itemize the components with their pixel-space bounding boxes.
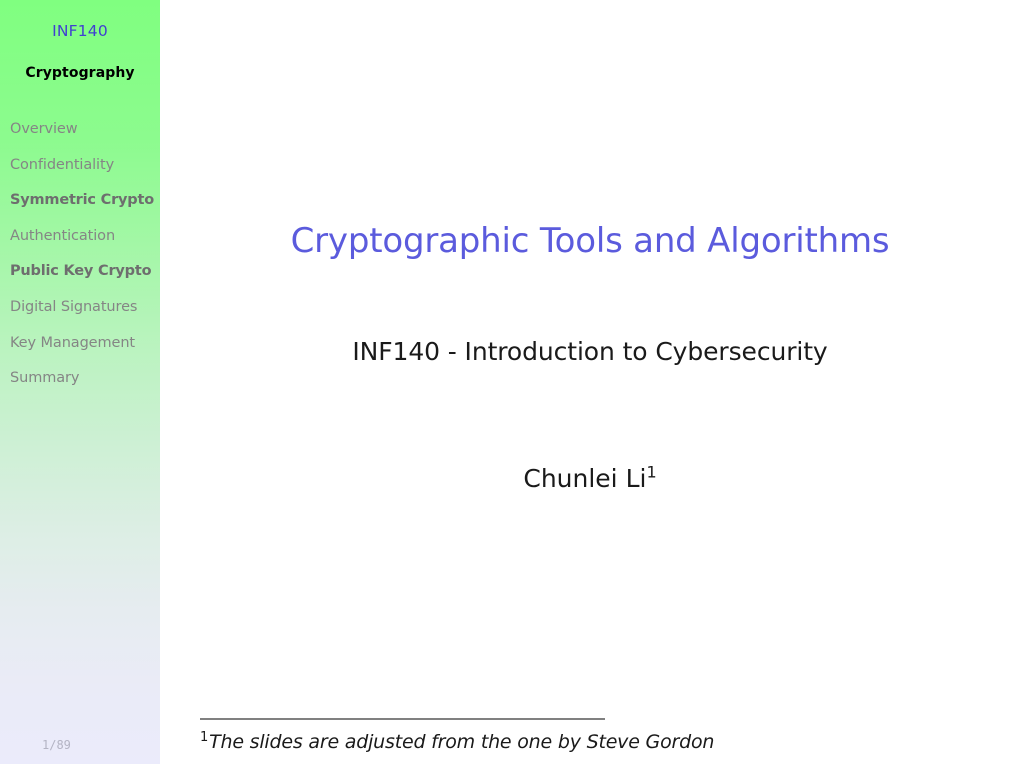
- footnote-rule: [200, 718, 605, 720]
- sidebar-current-section[interactable]: Cryptography: [0, 65, 160, 81]
- sidebar-item-overview[interactable]: Overview: [0, 118, 160, 154]
- author-footnote-marker[interactable]: 1: [646, 463, 656, 482]
- sidebar-section-list: Overview Confidentiality Symmetric Crypt…: [0, 118, 160, 403]
- footnote-text: The slides are adjusted from the one by …: [209, 731, 715, 753]
- footnote: 1The slides are adjusted from the one by…: [200, 729, 1020, 755]
- slide-title: Cryptographic Tools and Algorithms: [290, 221, 890, 261]
- slide-body: Cryptographic Tools and Algorithms INF14…: [160, 0, 1020, 764]
- sidebar-item-authentication[interactable]: Authentication: [0, 225, 160, 261]
- page-number: 1/89: [42, 738, 71, 752]
- sidebar-course-title[interactable]: INF140: [0, 22, 160, 40]
- sidebar-item-summary[interactable]: Summary: [0, 367, 160, 403]
- sidebar-item-confidentiality[interactable]: Confidentiality: [0, 154, 160, 190]
- sidebar-navigation: INF140 Cryptography Overview Confidentia…: [0, 0, 160, 764]
- presentation-slide: INF140 Cryptography Overview Confidentia…: [0, 0, 1020, 764]
- author-name: Chunlei Li: [523, 464, 647, 493]
- author-line: Chunlei Li1: [160, 462, 1020, 496]
- slide-subtitle: INF140 - Introduction to Cybersecurity: [352, 337, 828, 366]
- sidebar-item-key-management[interactable]: Key Management: [0, 332, 160, 368]
- sidebar-item-public-key-crypto[interactable]: Public Key Crypto: [0, 260, 160, 296]
- footnote-marker: 1: [200, 729, 209, 745]
- sidebar-item-symmetric-crypto[interactable]: Symmetric Crypto: [0, 189, 160, 225]
- sidebar-item-digital-signatures[interactable]: Digital Signatures: [0, 296, 160, 332]
